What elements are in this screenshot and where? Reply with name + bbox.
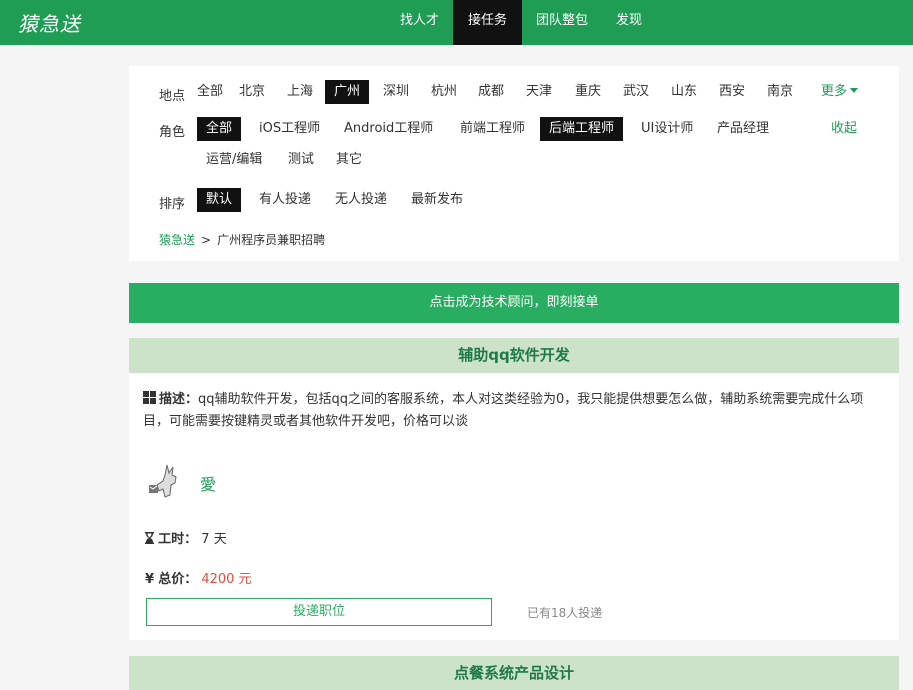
more-locations-button[interactable]: 更多	[821, 80, 859, 104]
location-shandong[interactable]: 山东	[671, 80, 697, 104]
applicant-count: 已有18人投递	[527, 606, 603, 620]
location-label: 地点	[159, 89, 186, 104]
nav-take-task[interactable]: 接任务	[453, 0, 523, 45]
location-beijing[interactable]: 北京	[239, 80, 265, 104]
avatar[interactable]	[145, 461, 185, 501]
sort-no-applicants[interactable]: 无人投递	[335, 188, 387, 212]
caret-down-icon	[850, 88, 859, 93]
location-chengdu[interactable]: 成都	[478, 80, 504, 104]
filter-panel: 地点 全部 北京 上海 广州 深圳 杭州 成都 天津 重庆 武汉 山东 西安 南…	[129, 66, 899, 261]
breadcrumb-separator: >	[201, 233, 212, 247]
logo[interactable]: 猿急送	[18, 8, 81, 37]
nav-find-talent[interactable]: 找人才	[386, 0, 453, 45]
location-xian[interactable]: 西安	[719, 80, 745, 104]
breadcrumb: 猿急送 > 广州程序员兼职招聘	[159, 231, 325, 248]
apply-button[interactable]: 投递职位	[146, 598, 492, 626]
sort-latest[interactable]: 最新发布	[411, 188, 463, 212]
role-ios[interactable]: iOS工程师	[259, 117, 320, 141]
task-card: 描述：qq辅助软件开发，包括qq之间的客服系统，本人对这类经验为0，我只能提供想…	[129, 373, 899, 640]
role-label: 角色	[159, 125, 186, 140]
yen-icon: ¥	[145, 572, 155, 587]
location-tianjin[interactable]: 天津	[526, 80, 552, 104]
nav-team-package[interactable]: 团队整包	[522, 0, 602, 45]
role-backend[interactable]: 后端工程师	[540, 117, 624, 141]
task-title[interactable]: 点餐系统产品设计	[129, 656, 899, 690]
collapse-button[interactable]: 收起	[831, 117, 857, 141]
username[interactable]: 愛	[200, 471, 216, 495]
more-label: 更多	[821, 84, 848, 99]
sort-has-applicants[interactable]: 有人投递	[259, 188, 311, 212]
role-testing[interactable]: 测试	[288, 148, 314, 172]
description-label: 描述：	[159, 392, 199, 407]
grid-icon	[143, 391, 156, 404]
sort-label: 排序	[159, 197, 186, 212]
role-operations-editor[interactable]: 运营/编辑	[206, 148, 262, 172]
location-chongqing[interactable]: 重庆	[575, 80, 601, 104]
duration-value: 7 天	[201, 532, 227, 547]
location-hangzhou[interactable]: 杭州	[431, 80, 457, 104]
task-price: ¥ 总价： 4200 元	[145, 568, 252, 587]
main-nav: 找人才 接任务 团队整包 发现	[386, 0, 656, 45]
location-wuhan[interactable]: 武汉	[623, 80, 649, 104]
price-value: 4200 元	[201, 572, 252, 587]
become-consultant-banner[interactable]: 点击成为技术顾问，即刻接单	[129, 283, 899, 323]
task-duration: 工时： 7 天	[145, 528, 227, 547]
sort-default[interactable]: 默认	[197, 188, 242, 212]
location-all[interactable]: 全部	[197, 80, 223, 104]
description-text: qq辅助软件开发，包括qq之间的客服系统，本人对这类经验为0，我只能提供想要怎么…	[143, 392, 864, 429]
role-product-manager[interactable]: 产品经理	[717, 117, 769, 141]
role-ui-designer[interactable]: UI设计师	[641, 117, 693, 141]
hourglass-icon	[145, 532, 154, 544]
location-guangzhou[interactable]: 广州	[325, 80, 370, 104]
task-description: 描述：qq辅助软件开发，包括qq之间的客服系统，本人对这类经验为0，我只能提供想…	[143, 389, 883, 433]
breadcrumb-current: 广州程序员兼职招聘	[217, 233, 326, 247]
location-nanjing[interactable]: 南京	[767, 80, 793, 104]
duration-label: 工时：	[158, 532, 198, 547]
role-android[interactable]: Android工程师	[344, 117, 433, 141]
location-shenzhen[interactable]: 深圳	[383, 80, 409, 104]
price-label: 总价：	[158, 572, 198, 587]
task-title[interactable]: 辅助qq软件开发	[129, 338, 899, 373]
breadcrumb-home[interactable]: 猿急送	[159, 233, 195, 247]
nav-discover[interactable]: 发现	[602, 0, 656, 45]
role-other[interactable]: 其它	[336, 148, 362, 172]
role-frontend[interactable]: 前端工程师	[460, 117, 525, 141]
role-all[interactable]: 全部	[197, 117, 242, 141]
location-shanghai[interactable]: 上海	[287, 80, 313, 104]
top-navbar: 猿急送 找人才 接任务 团队整包 发现	[0, 0, 913, 45]
